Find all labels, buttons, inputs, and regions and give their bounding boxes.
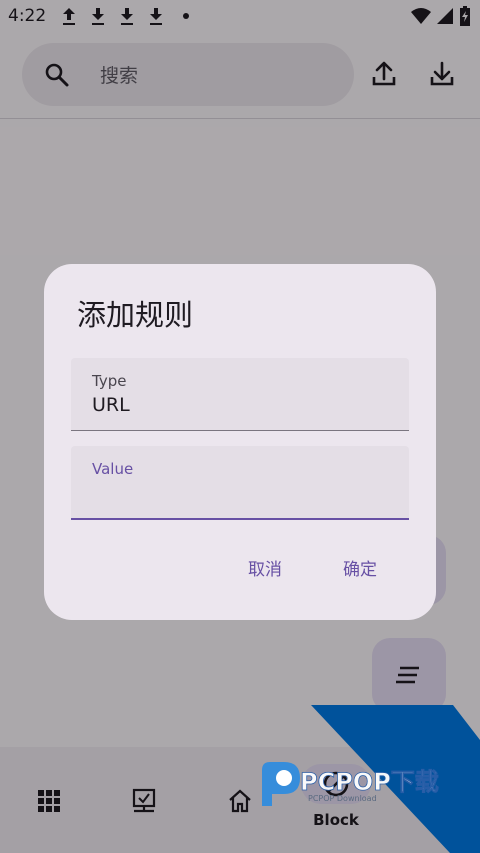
- value-field[interactable]: Value: [71, 446, 409, 520]
- type-field[interactable]: Type URL: [71, 358, 409, 431]
- type-field-value: URL: [92, 394, 130, 416]
- cancel-button[interactable]: 取消: [234, 550, 296, 590]
- value-field-label: Value: [92, 460, 134, 478]
- value-input[interactable]: [92, 482, 396, 510]
- add-rule-dialog: 添加规则 Type URL Value 取消 确定: [44, 264, 436, 620]
- confirm-button[interactable]: 确定: [329, 550, 391, 590]
- type-field-label: Type: [92, 372, 127, 390]
- dialog-title: 添加规则: [77, 298, 194, 332]
